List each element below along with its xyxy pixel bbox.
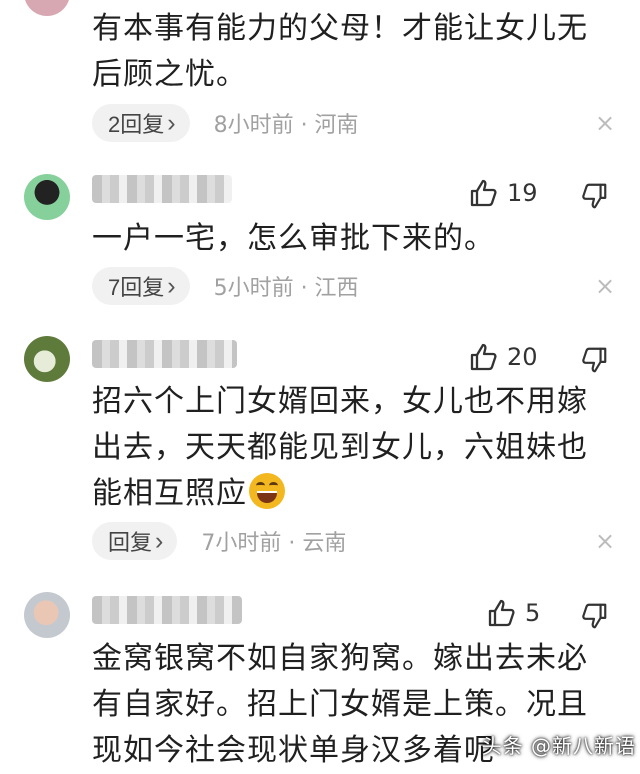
- thumb-down-icon[interactable]: [579, 345, 609, 375]
- comment-card: 20 招六个上门女婿回来，女儿也不用嫁出去，天天都能见到女儿，六姐妹也能相互照应…: [0, 324, 640, 578]
- reply-label: 回复: [108, 530, 153, 555]
- comment-time-location: 5小时前 · 江西: [213, 276, 359, 301]
- like-count: 5: [525, 599, 541, 627]
- thumb-down-icon[interactable]: [579, 181, 609, 211]
- avatar[interactable]: [24, 336, 70, 382]
- comment-card: 19 一户一宅，怎么审批下来的。 7回复 › 5小时前 · 江西 ×: [0, 162, 640, 324]
- like-count: 19: [507, 179, 538, 207]
- chevron-right-icon: ›: [167, 271, 176, 300]
- thumb-up-icon[interactable]: [468, 177, 500, 209]
- close-icon[interactable]: ×: [594, 274, 616, 298]
- reply-button[interactable]: 2回复 ›: [92, 104, 190, 142]
- username-blurred[interactable]: [92, 175, 232, 203]
- chevron-right-icon: ›: [167, 108, 176, 137]
- watermark: 头条 @新八新语: [481, 734, 636, 758]
- comment-time-location: 8小时前 · 河南: [213, 113, 359, 138]
- comment-text-body: 招六个上门女婿回来，女儿也不用嫁出去，天天都能见到女儿，六姐妹也能相互照应: [92, 384, 588, 511]
- like-group[interactable]: 20: [468, 338, 538, 376]
- comment-card: 有本事有能力的父母！才能让女儿无后顾之忧。 2回复 › 8小时前 · 河南 ×: [0, 0, 640, 162]
- like-group[interactable]: 5: [486, 594, 540, 632]
- avatar[interactable]: [24, 592, 70, 638]
- comment-text: 有本事有能力的父母！才能让女儿无后顾之忧。: [92, 11, 588, 92]
- laughing-emoji-icon: [249, 473, 285, 509]
- username-blurred[interactable]: [92, 596, 242, 624]
- comment-meta-row: 7回复 › 5小时前 · 江西: [92, 267, 359, 305]
- reply-label: 7回复: [108, 275, 165, 300]
- reply-label: 2回复: [108, 112, 165, 137]
- emoji-mouth: [257, 491, 277, 503]
- comment-meta-row: 2回复 › 8小时前 · 河南: [92, 104, 359, 142]
- comment-text: 招六个上门女婿回来，女儿也不用嫁出去，天天都能见到女儿，六姐妹也能相互照应: [92, 379, 612, 517]
- comment-meta-row: 回复 › 7小时前 · 云南: [92, 522, 346, 560]
- reply-button[interactable]: 回复 ›: [92, 522, 178, 560]
- avatar[interactable]: [24, 174, 70, 220]
- close-icon[interactable]: ×: [594, 111, 616, 135]
- comment-text: 一户一宅，怎么审批下来的。: [92, 221, 495, 256]
- thumb-up-icon[interactable]: [468, 341, 500, 373]
- like-group[interactable]: 19: [468, 174, 538, 212]
- username-blurred[interactable]: [92, 340, 237, 368]
- chevron-right-icon: ›: [155, 526, 164, 555]
- like-count: 20: [507, 343, 538, 371]
- comment-time-location: 7小时前 · 云南: [201, 531, 347, 556]
- avatar[interactable]: [24, 0, 70, 16]
- thumb-up-icon[interactable]: [486, 597, 518, 629]
- thumb-down-icon[interactable]: [579, 601, 609, 631]
- close-icon[interactable]: ×: [594, 529, 616, 553]
- reply-button[interactable]: 7回复 ›: [92, 267, 190, 305]
